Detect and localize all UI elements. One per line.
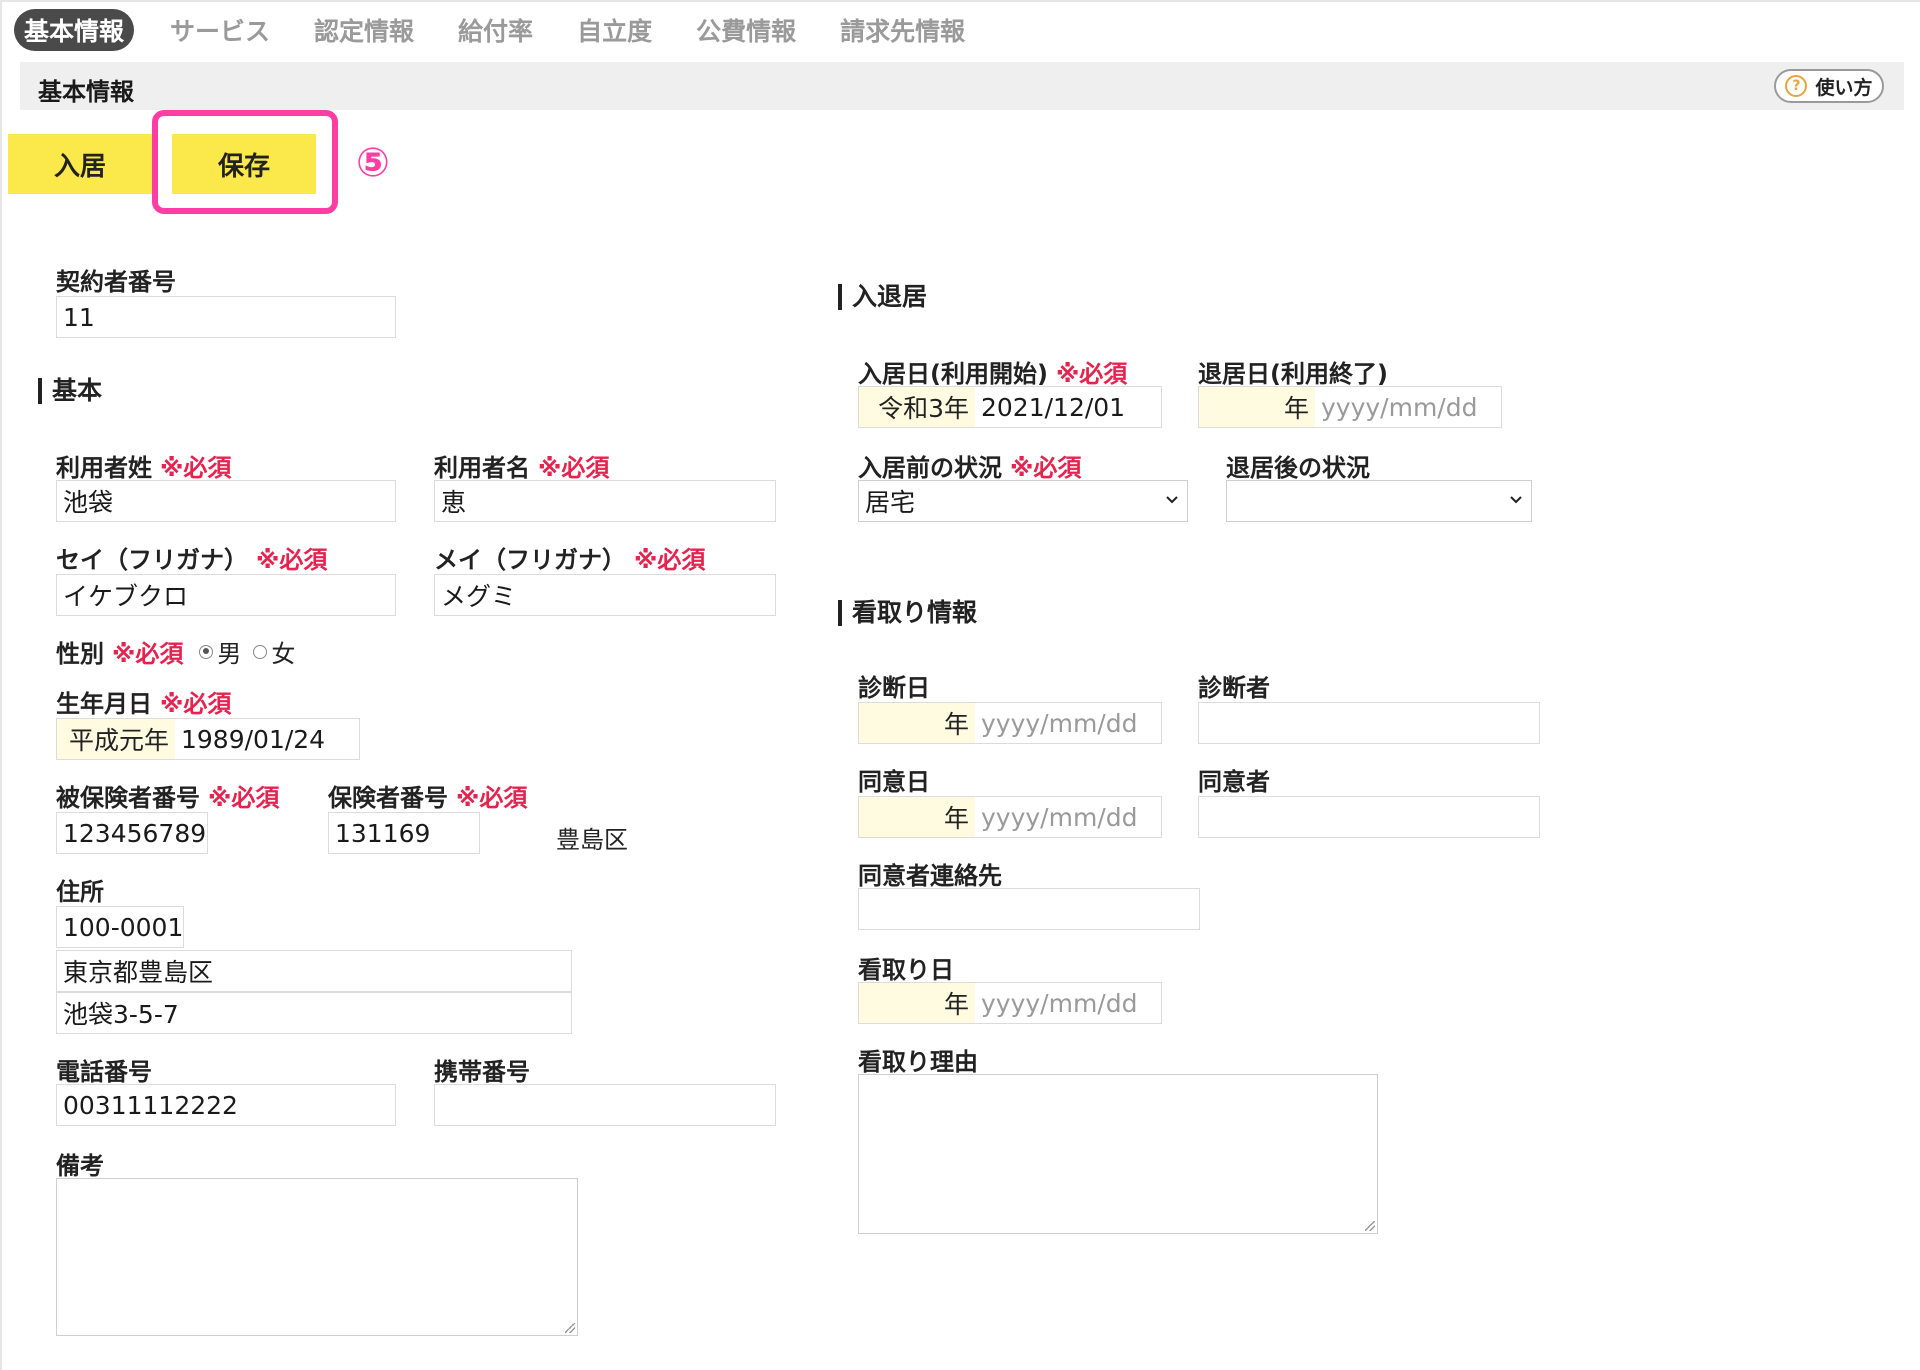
- tab-bar: 基本情報 サービス 認定情報 給付率 自立度 公費情報 請求先情報: [14, 9, 1009, 51]
- consent-date-field[interactable]: 年 yyyy/mm/dd: [858, 796, 1162, 838]
- tab-independence[interactable]: 自立度: [577, 10, 652, 50]
- first-kana-label: メイ（フリガナ） ※必須: [434, 546, 706, 574]
- tab-benefit-rate[interactable]: 給付率: [458, 10, 533, 50]
- diagnoser-field[interactable]: [1198, 702, 1540, 744]
- move-in-era: 令和3年: [859, 387, 975, 427]
- consenter-field[interactable]: [1198, 796, 1540, 838]
- move-in-button[interactable]: 入居: [8, 134, 152, 194]
- care-reason-label: 看取り理由: [858, 1048, 978, 1076]
- help-button[interactable]: ? 使い方: [1774, 69, 1884, 103]
- mobile-field[interactable]: [434, 1084, 776, 1126]
- section-basic: 基本: [38, 378, 102, 404]
- diagnosis-era: 年: [859, 703, 975, 743]
- gender-male-radio[interactable]: 男: [199, 634, 241, 669]
- radio-checked-icon: [199, 644, 214, 659]
- consenter-contact-label: 同意者連絡先: [858, 862, 1002, 890]
- move-in-date-label: 入居日(利用開始) ※必須: [858, 360, 1128, 388]
- before-status-select[interactable]: 居宅: [858, 480, 1188, 522]
- move-out-era: 年: [1199, 387, 1315, 427]
- tab-service[interactable]: サービス: [170, 10, 270, 50]
- first-name-label: 利用者名 ※必須: [434, 454, 610, 482]
- notes-label: 備考: [56, 1152, 104, 1180]
- first-kana-field[interactable]: メグミ: [434, 574, 776, 616]
- section-header: 基本情報 ? 使い方: [20, 62, 1904, 110]
- tab-basic-info[interactable]: 基本情報: [14, 9, 135, 51]
- consenter-contact-field[interactable]: [858, 888, 1200, 930]
- diagnoser-label: 診断者: [1198, 674, 1270, 702]
- insurer-name: 豊島区: [556, 826, 628, 854]
- chevron-down-icon: [1166, 496, 1178, 504]
- gender-female-radio[interactable]: 女: [253, 634, 295, 669]
- save-highlight-box: [152, 110, 338, 214]
- last-name-label: 利用者姓 ※必須: [56, 454, 232, 482]
- diagnosis-date-field[interactable]: 年 yyyy/mm/dd: [858, 702, 1162, 744]
- care-date-label: 看取り日: [858, 956, 954, 984]
- tab-public-expense[interactable]: 公費情報: [696, 10, 796, 50]
- consent-date-placeholder: yyyy/mm/dd: [975, 797, 1161, 837]
- birth-label: 生年月日 ※必須: [56, 690, 232, 718]
- move-in-date-field[interactable]: 令和3年 2021/12/01: [858, 386, 1162, 428]
- contract-no-field[interactable]: 11: [56, 296, 396, 338]
- address-label: 住所: [56, 878, 104, 906]
- diagnosis-date-label: 診断日: [858, 674, 930, 702]
- contract-no-label: 契約者番号: [56, 268, 176, 296]
- consent-era: 年: [859, 797, 975, 837]
- after-status-select[interactable]: [1226, 480, 1532, 522]
- phone-field[interactable]: 00311112222: [56, 1084, 396, 1126]
- section-move: 入退居: [838, 284, 927, 310]
- insurer-no-field[interactable]: 131169: [328, 812, 480, 854]
- move-in-date-value: 2021/12/01: [975, 387, 1161, 427]
- before-status-value: 居宅: [865, 488, 916, 517]
- consenter-label: 同意者: [1198, 768, 1270, 796]
- last-kana-field[interactable]: イケブクロ: [56, 574, 396, 616]
- resize-handle-icon[interactable]: [1365, 1221, 1375, 1231]
- step-marker: ⑤: [356, 140, 390, 186]
- insured-no-label: 被保険者番号 ※必須: [56, 784, 280, 812]
- care-reason-textarea[interactable]: [858, 1074, 1378, 1234]
- radio-unchecked-icon: [253, 644, 268, 659]
- postal-code-field[interactable]: 100-0001: [56, 906, 184, 948]
- last-name-field[interactable]: 池袋: [56, 480, 396, 522]
- page-title: 基本情報: [38, 78, 134, 106]
- notes-textarea[interactable]: [56, 1178, 578, 1336]
- care-date-placeholder: yyyy/mm/dd: [975, 983, 1161, 1023]
- chevron-down-icon: [1510, 496, 1522, 504]
- address-line2-field[interactable]: 池袋3-5-7: [56, 992, 572, 1034]
- after-status-label: 退居後の状況: [1226, 454, 1370, 482]
- birth-date-value: 1989/01/24: [175, 719, 359, 759]
- insured-no-field[interactable]: 1234567890: [56, 812, 208, 854]
- consent-date-label: 同意日: [858, 768, 930, 796]
- tab-certification[interactable]: 認定情報: [314, 10, 414, 50]
- diagnosis-date-placeholder: yyyy/mm/dd: [975, 703, 1161, 743]
- birth-date-field[interactable]: 平成元年 1989/01/24: [56, 718, 360, 760]
- question-circle-icon: ?: [1785, 75, 1808, 97]
- move-out-date-field[interactable]: 年 yyyy/mm/dd: [1198, 386, 1502, 428]
- before-status-label: 入居前の状況 ※必須: [858, 454, 1082, 482]
- care-era: 年: [859, 983, 975, 1023]
- care-date-field[interactable]: 年 yyyy/mm/dd: [858, 982, 1162, 1024]
- move-out-date-label: 退居日(利用終了): [1198, 360, 1388, 388]
- tab-billing[interactable]: 請求先情報: [840, 10, 965, 50]
- first-name-field[interactable]: 恵: [434, 480, 776, 522]
- phone-label: 電話番号: [56, 1058, 152, 1086]
- mobile-label: 携帯番号: [434, 1058, 530, 1086]
- last-kana-label: セイ（フリガナ） ※必須: [56, 546, 328, 574]
- resize-handle-icon[interactable]: [565, 1323, 575, 1333]
- gender-row: 性別 ※必須 男 女: [56, 634, 295, 669]
- insurer-no-label: 保険者番号 ※必須: [328, 784, 528, 812]
- address-line1-field[interactable]: 東京都豊島区: [56, 950, 572, 992]
- birth-era: 平成元年: [57, 719, 175, 759]
- move-out-date-placeholder: yyyy/mm/dd: [1315, 387, 1501, 427]
- section-end-of-life-care: 看取り情報: [838, 600, 977, 626]
- help-label: 使い方: [1815, 76, 1873, 99]
